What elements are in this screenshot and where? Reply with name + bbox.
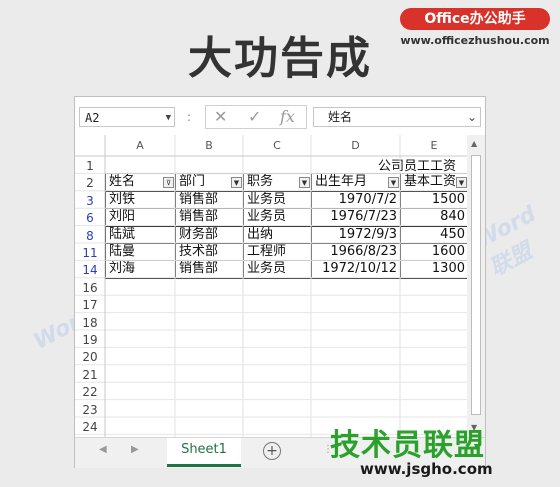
row-header[interactable]: 19 <box>75 330 105 347</box>
formula-input[interactable]: 姓名 ⌄ <box>313 107 481 127</box>
header-label: 部门 <box>179 174 206 190</box>
row-header[interactable]: 20 <box>75 347 105 364</box>
tab-next-icon[interactable]: ▶ <box>131 444 139 455</box>
table-cell[interactable]: 1300 <box>400 260 467 279</box>
table-cell[interactable]: 业务员 <box>243 260 312 279</box>
table-cell[interactable]: 财务部 <box>175 225 244 244</box>
spreadsheet-window: A2 ▼ : ✕ ✓ fx 姓名 ⌄ A B C D E 1 2 3 6 8 11 14 16 17 18 1… <box>74 96 486 468</box>
scroll-up-icon[interactable]: ▲ <box>471 139 477 148</box>
table-cell[interactable]: 陆斌 <box>105 225 176 244</box>
bottom-url: www.jsgho.com <box>360 460 493 478</box>
table-cell[interactable]: 1600 <box>400 243 467 262</box>
row-header[interactable]: 16 <box>75 278 105 295</box>
cancel-icon[interactable]: ✕ <box>214 107 227 126</box>
table-cell[interactable]: 销售部 <box>175 190 244 210</box>
table-cell[interactable]: 1500 <box>400 190 467 210</box>
row-header[interactable]: 18 <box>75 313 105 330</box>
table-cell[interactable]: 1966/8/23 <box>311 243 401 262</box>
expand-formula-icon[interactable]: ⌄ <box>467 108 477 126</box>
column-header[interactable]: B <box>175 135 243 156</box>
filter-dropdown-icon[interactable]: ⊽ <box>163 177 174 189</box>
table-cell[interactable]: 1976/7/23 <box>311 208 401 227</box>
header-cell[interactable]: 出生年月 ▼ <box>311 173 401 192</box>
add-sheet-icon[interactable]: + <box>263 442 281 460</box>
filter-dropdown-icon[interactable]: ▼ <box>299 177 310 189</box>
header-label: 出生年月 <box>315 174 368 190</box>
row-header[interactable]: 6 <box>75 208 105 225</box>
enter-check-icon[interactable]: ✓ <box>248 107 261 126</box>
column-header[interactable]: C <box>243 135 311 156</box>
row-header[interactable]: 21 <box>75 365 105 382</box>
formula-bar: A2 ▼ : ✕ ✓ fx 姓名 ⌄ <box>75 97 485 135</box>
insert-function-icon[interactable]: fx <box>280 107 295 126</box>
table-title[interactable]: 公司员工工资 <box>375 156 467 173</box>
header-cell[interactable]: 姓名 ⊽ <box>105 173 176 192</box>
column-header[interactable]: E <box>400 135 467 156</box>
row-header[interactable]: 11 <box>75 243 105 260</box>
row-header[interactable]: 23 <box>75 400 105 417</box>
table-cell[interactable]: 工程师 <box>243 243 312 262</box>
tab-prev-icon[interactable]: ◀ <box>99 444 107 455</box>
column-header[interactable]: A <box>105 135 175 156</box>
header-cell[interactable]: 部门 ▼ <box>175 173 244 192</box>
sheet-tab-sheet1[interactable]: Sheet1 <box>167 438 241 467</box>
table-cell[interactable]: 业务员 <box>243 190 312 210</box>
table-cell[interactable]: 陆曼 <box>105 243 176 262</box>
table-cell[interactable]: 450 <box>400 225 467 244</box>
header-cell[interactable]: 基本工资 ▼ <box>400 173 467 192</box>
row-header[interactable]: 2 <box>75 173 105 190</box>
filter-dropdown-icon[interactable]: ▼ <box>388 177 399 189</box>
row-header[interactable]: 22 <box>75 382 105 399</box>
table-cell[interactable]: 1970/7/2 <box>311 190 401 210</box>
row-header[interactable]: 1 <box>75 156 105 173</box>
chevron-down-icon[interactable]: ▼ <box>166 108 171 128</box>
name-box[interactable]: A2 ▼ <box>79 107 175 127</box>
cell-grid[interactable]: A B C D E 1 2 3 6 8 11 14 16 17 18 19 20 21 22 23 24 公司员工工资 姓名… <box>75 135 467 437</box>
row-header[interactable]: 14 <box>75 260 105 277</box>
header-label: 姓名 <box>109 174 136 190</box>
formula-input-value: 姓名 <box>328 110 353 124</box>
table-cell[interactable]: 840 <box>400 208 467 227</box>
vertical-scrollbar[interactable]: ▲ ▼ <box>467 135 485 437</box>
row-header[interactable]: 8 <box>75 226 105 243</box>
formula-bar-separator: : <box>187 110 192 124</box>
filter-dropdown-icon[interactable]: ▼ <box>231 177 242 189</box>
table-cell[interactable]: 技术部 <box>175 243 244 262</box>
scrollbar-thumb[interactable] <box>471 155 481 415</box>
formula-buttons: ✕ ✓ fx <box>205 105 307 129</box>
table-cell[interactable]: 销售部 <box>175 260 244 279</box>
table-cell[interactable]: 1972/9/3 <box>311 225 401 244</box>
row-header[interactable]: 3 <box>75 191 105 208</box>
row-header[interactable]: 17 <box>75 295 105 312</box>
table-cell[interactable]: 出纳 <box>243 225 312 244</box>
table-cell[interactable]: 销售部 <box>175 208 244 227</box>
name-box-value: A2 <box>85 111 100 125</box>
table-cell[interactable]: 刘铁 <box>105 190 176 210</box>
header-label: 职务 <box>247 174 274 190</box>
row-header[interactable]: 24 <box>75 417 105 434</box>
table-cell[interactable]: 1972/10/12 <box>311 260 401 279</box>
filter-dropdown-icon[interactable]: ▼ <box>456 177 467 189</box>
column-header[interactable]: D <box>311 135 400 156</box>
table-cell[interactable]: 刘阳 <box>105 208 176 227</box>
header-label: 基本工资 <box>404 174 457 190</box>
header-cell[interactable]: 职务 ▼ <box>243 173 312 192</box>
bottom-brand: 技术员联盟 <box>330 428 485 463</box>
table-cell[interactable]: 刘海 <box>105 260 176 279</box>
table-cell[interactable]: 业务员 <box>243 208 312 227</box>
page-headline: 大功告成 <box>188 33 372 84</box>
